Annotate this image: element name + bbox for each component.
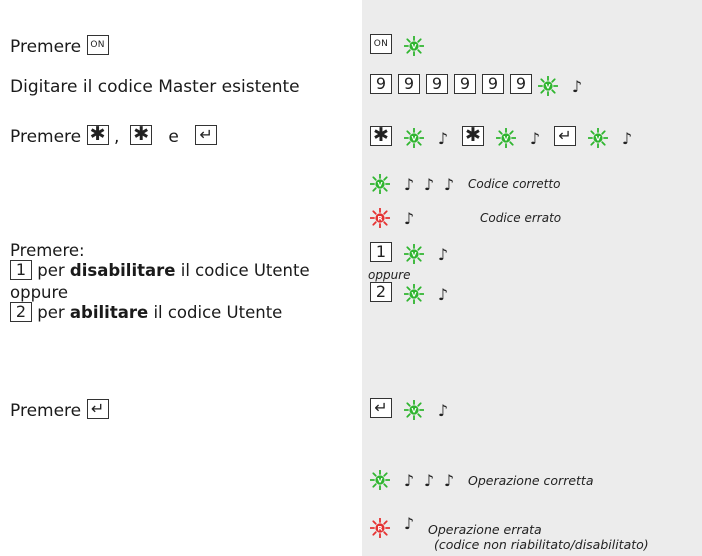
step-4-option-2: 2 per abilitare il codice Utente [10, 301, 283, 324]
beep-icon: ♪ [403, 174, 415, 194]
green-led-icon: V [404, 284, 424, 304]
beep-icon: ♪ [529, 128, 541, 148]
svg-text:V: V [411, 250, 416, 258]
code-correct-label: Codice corretto [468, 177, 561, 191]
step-4-bold1: disabilitare [69, 261, 176, 280]
step-4-bold2: abilitare [69, 303, 149, 322]
digit-key: 9 [426, 74, 448, 94]
step-5: Premere ↵ [10, 399, 109, 422]
star-key: ✱ [86, 125, 109, 145]
step-3-text: Premere [10, 127, 82, 147]
op-correct-label: Operazione corretta [468, 472, 594, 488]
step-5-text: Premere [10, 401, 82, 421]
svg-text:V: V [545, 82, 550, 90]
svg-text:R: R [377, 524, 382, 532]
beep-icon: ♪ [437, 244, 449, 264]
green-led-icon: V [496, 128, 516, 148]
green-led-icon: V [538, 76, 558, 96]
panel-row-option-2: 2 V ♪ [370, 282, 450, 304]
step-2-text: Digitare il codice Master esistente [10, 77, 300, 97]
step-3-comma: , [113, 127, 120, 147]
svg-text:V: V [503, 134, 508, 142]
panel-row-enter: ↵ V ♪ [370, 398, 450, 420]
beep-icon: ♪ [621, 128, 633, 148]
key-1: 1 [370, 242, 392, 262]
beep-icon: ♪ [443, 174, 455, 194]
beep-icon: ♪ [437, 284, 449, 304]
svg-text:R: R [377, 214, 382, 222]
enter-key: ↵ [195, 125, 218, 145]
star-key: ✱ [370, 126, 392, 146]
beep-icon: ♪ [443, 470, 455, 490]
svg-text:V: V [411, 42, 416, 50]
panel-row-keys: ✱ V ♪ ✱ V ♪ ↵ V ♪ [370, 126, 634, 148]
digit-key: 9 [454, 74, 476, 94]
step-4-post2: il codice Utente [153, 303, 283, 322]
beep-icon: ♪ [437, 400, 449, 420]
panel-row-on: ON V [370, 34, 424, 56]
beep-icon: ♪ [403, 208, 415, 228]
beep-icon: ♪ [571, 76, 583, 96]
green-led-icon: V [404, 400, 424, 420]
green-led-icon: V [404, 128, 424, 148]
digit-key: 9 [398, 74, 420, 94]
green-led-icon: V [404, 244, 424, 264]
step-4-pre2: per [37, 303, 65, 322]
key-2: 2 [10, 301, 32, 322]
red-led-icon: R [370, 518, 390, 538]
panel-row-option-1: 1 V ♪ [370, 242, 450, 264]
green-led-icon: V [370, 470, 390, 490]
panel-row-op-wrong: R ♪ Operazione errata (codice non riabil… [370, 514, 649, 552]
beep-icon: ♪ [403, 470, 415, 490]
beep-icon: ♪ [423, 470, 435, 490]
on-key: ON [370, 34, 392, 54]
star-key: ✱ [462, 126, 484, 146]
svg-text:V: V [411, 134, 416, 142]
star-key: ✱ [130, 125, 153, 145]
digit-key: 9 [510, 74, 532, 94]
step-2: Digitare il codice Master esistente [10, 76, 300, 98]
step-3: Premere ✱ , ✱ e ↵ [10, 125, 218, 148]
red-led-icon: R [370, 208, 390, 228]
panel-row-code: 9 9 9 9 9 9 V ♪ [370, 74, 584, 96]
step-1-text: Premere [10, 37, 82, 57]
on-key: ON [86, 35, 109, 55]
green-led-icon: V [404, 36, 424, 56]
enter-key: ↵ [370, 398, 392, 418]
step-1: Premere ON [10, 35, 109, 58]
svg-text:V: V [595, 134, 600, 142]
svg-text:V: V [377, 476, 382, 484]
op-wrong-label: Operazione errata [428, 522, 542, 537]
beep-icon: ♪ [437, 128, 449, 148]
green-led-icon: V [370, 174, 390, 194]
digit-key: 9 [482, 74, 504, 94]
key-2: 2 [370, 282, 392, 302]
svg-text:V: V [411, 290, 416, 298]
svg-text:V: V [411, 406, 416, 414]
panel-row-op-correct: V ♪ ♪ ♪ Operazione corretta [370, 470, 593, 490]
step-4-pre1: per [37, 261, 65, 280]
beep-icon: ♪ [403, 514, 415, 533]
enter-key: ↵ [554, 126, 576, 146]
beep-icon: ♪ [423, 174, 435, 194]
key-1: 1 [10, 259, 32, 280]
green-led-icon: V [588, 128, 608, 148]
panel-row-code-correct: V ♪ ♪ ♪ Codice corretto [370, 174, 560, 194]
step-4-option-1: 1 per disabilitare il codice Utente [10, 259, 310, 282]
panel-or: oppure [368, 268, 411, 282]
code-wrong-label: Codice errato [480, 211, 562, 225]
enter-key: ↵ [86, 399, 109, 419]
svg-text:V: V [377, 180, 382, 188]
step-4-post1: il codice Utente [180, 261, 310, 280]
op-wrong-detail: (codice non riabilitato/disabilitato) [434, 537, 649, 552]
panel-row-code-wrong: R ♪ Codice errato [370, 208, 561, 228]
step-3-and: e [168, 127, 179, 147]
digit-key: 9 [370, 74, 392, 94]
or-label: oppure [368, 268, 411, 282]
